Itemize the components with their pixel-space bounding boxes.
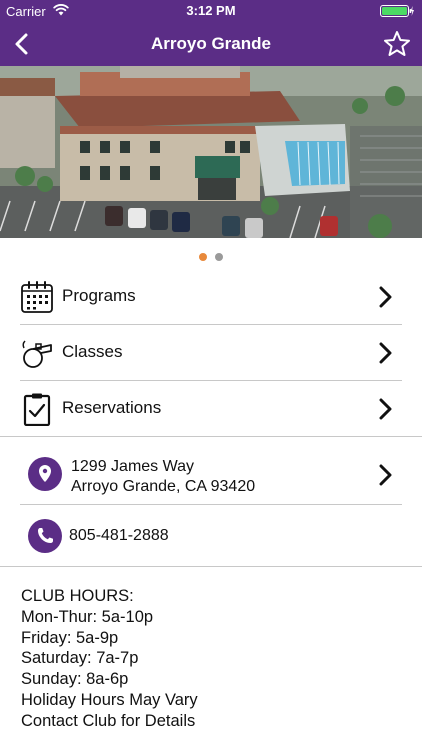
address-line2: Arroyo Grande, CA 93420 — [71, 478, 256, 495]
hours-line: Friday: 5a-9p — [21, 628, 119, 647]
hours-line: Saturday: 7a-7p — [21, 649, 139, 668]
hours-line: Holiday Hours May Vary — [21, 690, 198, 709]
nav-bar: Arroyo Grande — [0, 22, 422, 66]
phone-number: 805-481-2888 — [69, 527, 169, 544]
club-aerial-image — [0, 66, 422, 238]
chevron-right-icon — [379, 342, 392, 364]
map-pin-icon — [28, 457, 62, 491]
status-bar: Carrier 3:12 PM — [0, 0, 422, 22]
hours-heading: CLUB HOURS: — [21, 587, 134, 605]
chevron-right-icon — [379, 464, 392, 486]
chevron-right-icon — [379, 398, 392, 420]
address-row[interactable]: 1299 James Way Arroyo Grande, CA 93420 — [0, 437, 422, 503]
status-time: 3:12 PM — [186, 3, 236, 18]
address-text: 1299 James Way Arroyo Grande, CA 93420 — [71, 457, 255, 497]
hours-line: Contact Club for Details — [21, 711, 196, 730]
menu-row-programs[interactable]: Programs — [20, 269, 402, 325]
menu-label: Reservations — [62, 398, 162, 417]
whistle-icon — [22, 340, 52, 368]
battery-icon — [380, 5, 414, 17]
address-line1: 1299 James Way — [71, 458, 195, 475]
club-photo[interactable] — [0, 66, 422, 238]
phone-row[interactable]: 805-481-2888 — [0, 505, 422, 565]
hours-line: Mon-Thur: 5a-10p — [21, 607, 154, 626]
star-outline-icon[interactable] — [382, 29, 412, 59]
carousel-pager[interactable] — [0, 253, 422, 261]
clipboard-check-icon — [23, 393, 51, 426]
pager-dot[interactable] — [215, 253, 223, 261]
menu-row-reservations[interactable]: Reservations — [20, 381, 402, 437]
club-hours: CLUB HOURS: Mon-Thur: 5a-10p Friday: 5a-… — [21, 586, 198, 732]
calendar-icon — [21, 281, 53, 313]
page-title: Arroyo Grande — [151, 34, 271, 53]
menu-row-classes[interactable]: Classes — [20, 325, 402, 381]
chevron-right-icon — [379, 286, 392, 308]
hours-line: Sunday: 8a-6p — [21, 670, 129, 689]
menu-label: Classes — [62, 342, 123, 361]
pager-dot-active[interactable] — [199, 253, 207, 261]
phone-icon — [28, 519, 62, 553]
section-divider — [0, 566, 422, 567]
menu-label: Programs — [62, 286, 136, 305]
